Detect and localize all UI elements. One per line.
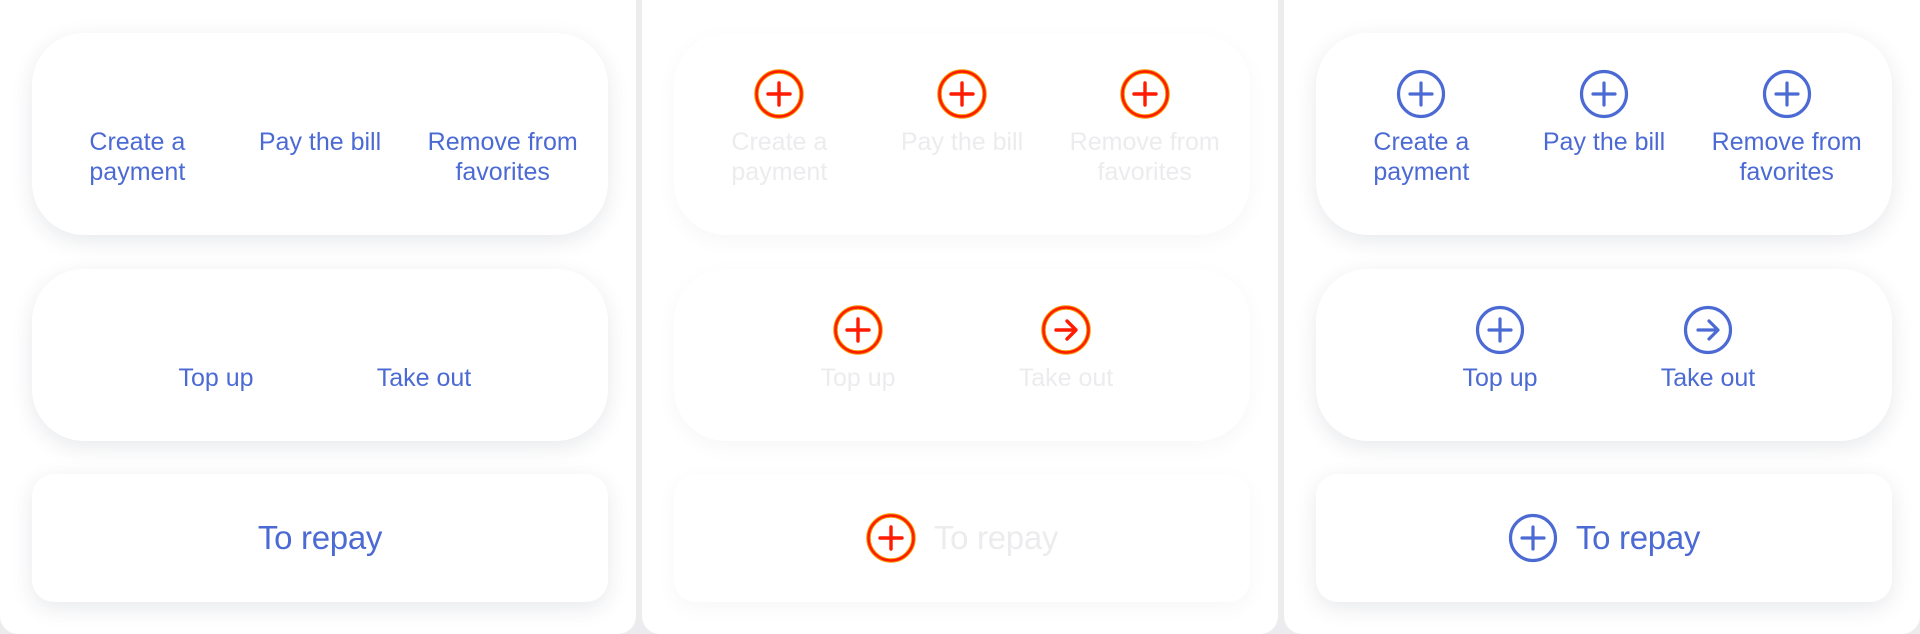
repay-card[interactable]: To repay xyxy=(32,474,608,602)
create-payment-button[interactable]: Create a payment xyxy=(46,33,229,235)
payment-actions-card: Create a payment Pay the bill Remove fro… xyxy=(32,33,608,235)
arrow-right-circle-icon xyxy=(1041,305,1091,355)
remove-favorites-button[interactable]: Remove from favorites xyxy=(1695,33,1878,235)
create-payment-label: Create a payment xyxy=(1373,128,1470,186)
account-actions-card: Top up Take out xyxy=(32,269,608,441)
repay-label: To repay xyxy=(1575,519,1701,556)
icon-placeholder xyxy=(399,305,449,355)
take-out-button[interactable]: Take out xyxy=(962,269,1170,441)
variant-panel-combined: Create a payment Pay the bill Remove fro… xyxy=(1284,0,1920,634)
icon-placeholder xyxy=(295,69,345,119)
repay-button[interactable]: To repay xyxy=(866,513,1058,563)
top-up-label: Top up xyxy=(178,364,254,392)
pay-bill-label: Pay the bill xyxy=(258,128,382,156)
take-out-label: Take out xyxy=(1018,364,1114,392)
plus-circle-icon xyxy=(1396,69,1446,119)
account-actions-card: Top up Take out xyxy=(1316,269,1892,441)
repay-card[interactable]: To repay xyxy=(674,474,1250,602)
create-payment-label: Create a payment xyxy=(89,128,186,186)
plus-circle-icon xyxy=(1475,305,1525,355)
icon-placeholder xyxy=(478,69,528,119)
payment-actions-card: Create a payment Pay the bill Remove fro… xyxy=(674,33,1250,235)
plus-circle-icon xyxy=(833,305,883,355)
create-payment-button[interactable]: Create a payment xyxy=(1330,33,1513,235)
top-up-button[interactable]: Top up xyxy=(754,269,962,441)
plus-circle-icon xyxy=(866,513,916,563)
take-out-button[interactable]: Take out xyxy=(1604,269,1812,441)
create-payment-button[interactable]: Create a payment xyxy=(688,33,871,235)
take-out-label: Take out xyxy=(376,364,472,392)
variant-panel-text-only: Create a payment Pay the bill Remove fro… xyxy=(0,0,636,634)
remove-favorites-label: Remove from favorites xyxy=(1069,128,1220,186)
top-up-button[interactable]: Top up xyxy=(1396,269,1604,441)
pay-bill-button[interactable]: Pay the bill xyxy=(229,33,412,235)
remove-favorites-label: Remove from favorites xyxy=(427,128,578,186)
pay-bill-button[interactable]: Pay the bill xyxy=(871,33,1054,235)
plus-circle-icon xyxy=(937,69,987,119)
plus-circle-icon xyxy=(1762,69,1812,119)
repay-button[interactable]: To repay xyxy=(258,519,382,557)
arrow-right-circle-icon xyxy=(1683,305,1733,355)
take-out-button[interactable]: Take out xyxy=(320,269,528,441)
repay-label: To repay xyxy=(257,519,383,556)
pay-bill-label: Pay the bill xyxy=(1542,128,1666,156)
icon-placeholder xyxy=(112,69,162,119)
plus-circle-icon xyxy=(1120,69,1170,119)
repay-button[interactable]: To repay xyxy=(1508,513,1700,563)
icon-placeholder xyxy=(191,305,241,355)
create-payment-label: Create a payment xyxy=(731,128,828,186)
pay-bill-button[interactable]: Pay the bill xyxy=(1513,33,1696,235)
top-up-button[interactable]: Top up xyxy=(112,269,320,441)
top-up-label: Top up xyxy=(1462,364,1538,392)
pay-bill-label: Pay the bill xyxy=(900,128,1024,156)
variant-panel-icons-only: Create a payment Pay the bill Remove fro… xyxy=(642,0,1278,634)
payment-actions-card: Create a payment Pay the bill Remove fro… xyxy=(1316,33,1892,235)
repay-label: To repay xyxy=(933,519,1059,556)
account-actions-card: Top up Take out xyxy=(674,269,1250,441)
remove-favorites-button[interactable]: Remove from favorites xyxy=(411,33,594,235)
repay-card[interactable]: To repay xyxy=(1316,474,1892,602)
plus-circle-icon xyxy=(1508,513,1558,563)
top-up-label: Top up xyxy=(820,364,896,392)
remove-favorites-button[interactable]: Remove from favorites xyxy=(1053,33,1236,235)
take-out-label: Take out xyxy=(1660,364,1756,392)
plus-circle-icon xyxy=(1579,69,1629,119)
remove-favorites-label: Remove from favorites xyxy=(1711,128,1862,186)
plus-circle-icon xyxy=(754,69,804,119)
